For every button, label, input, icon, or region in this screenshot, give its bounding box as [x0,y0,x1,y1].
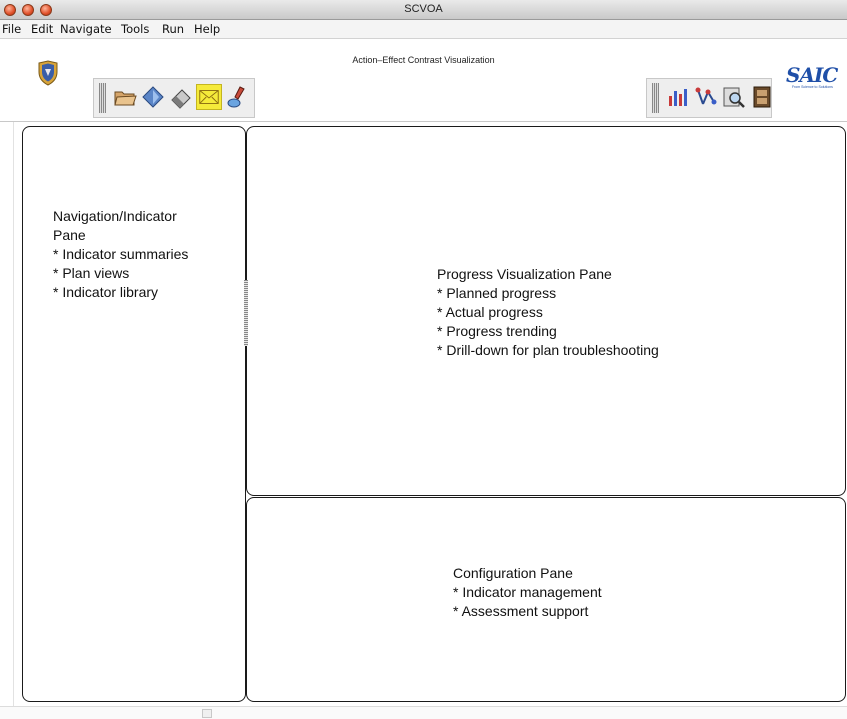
configuration-pane-description: Configuration Pane * Indicator managemen… [453,564,602,621]
pane-text-line: * Indicator management [453,584,602,600]
diamond-icon[interactable] [140,84,166,110]
pane-text-line: * Indicator library [53,284,159,300]
eraser-icon[interactable] [168,84,194,110]
envelope-icon[interactable] [196,84,222,110]
menu-help[interactable]: Help [194,22,220,36]
menu-file[interactable]: File [2,22,21,36]
pane-splitter-handle[interactable] [244,280,248,346]
magnifier-icon[interactable] [721,84,747,110]
toolbar-title: Action–Effect Contrast Visualization [352,55,495,65]
saic-logo-text: SAIC [786,63,838,87]
pane-text-line: Progress Visualization Pane [437,266,612,282]
menu-run[interactable]: Run [162,22,184,36]
network-icon[interactable] [693,84,719,110]
pane-text-line: * Drill-down for plan troubleshooting [437,342,659,358]
horizontal-scrollbar[interactable] [0,706,847,719]
pane-text-line: Navigation/Indicator [53,208,177,224]
menu-tools[interactable]: Tools [121,22,149,36]
configuration-pane[interactable]: Configuration Pane * Indicator managemen… [246,497,846,702]
pane-text-line: * Indicator summaries [53,246,189,262]
menu-bar: File Edit Navigate Tools Run Help [0,20,847,39]
pane-text-line: Pane [53,227,86,243]
right-toolbar [646,78,772,118]
pane-text-line: * Actual progress [437,304,543,320]
folder-open-icon[interactable] [112,84,138,110]
progress-pane-description: Progress Visualization Pane * Planned pr… [437,265,659,360]
toolbar-grip-handle[interactable] [652,83,659,113]
navigation-indicator-pane[interactable]: Navigation/Indicator Pane * Indicator su… [22,126,246,702]
bar-chart-icon[interactable] [665,84,691,110]
window-title: SCVOA [404,3,443,15]
navigation-pane-description: Navigation/Indicator Pane * Indicator su… [53,207,188,302]
pane-text-line: * Progress trending [437,323,557,339]
brush-icon[interactable] [224,84,250,110]
toolbar-grip-handle[interactable] [99,83,106,113]
pane-text-line: * Plan views [53,265,130,281]
left-window-edge [0,122,14,706]
pane-text-line: * Assessment support [453,603,589,619]
saic-logo: SAIC From Science to Solutions [786,63,844,91]
left-toolbar [93,78,255,118]
pane-text-line: * Planned progress [437,285,557,301]
saic-tagline: From Science to Solutions [792,85,833,89]
menu-edit[interactable]: Edit [31,22,53,36]
cabinet-icon[interactable] [749,84,775,110]
app-shield-logo [37,60,59,86]
title-bar: SCVOA [0,0,847,20]
menu-navigate[interactable]: Navigate [60,22,112,36]
pane-text-line: Configuration Pane [453,565,573,581]
scrollbar-thumb[interactable] [202,709,212,718]
progress-visualization-pane[interactable]: Progress Visualization Pane * Planned pr… [246,126,846,496]
